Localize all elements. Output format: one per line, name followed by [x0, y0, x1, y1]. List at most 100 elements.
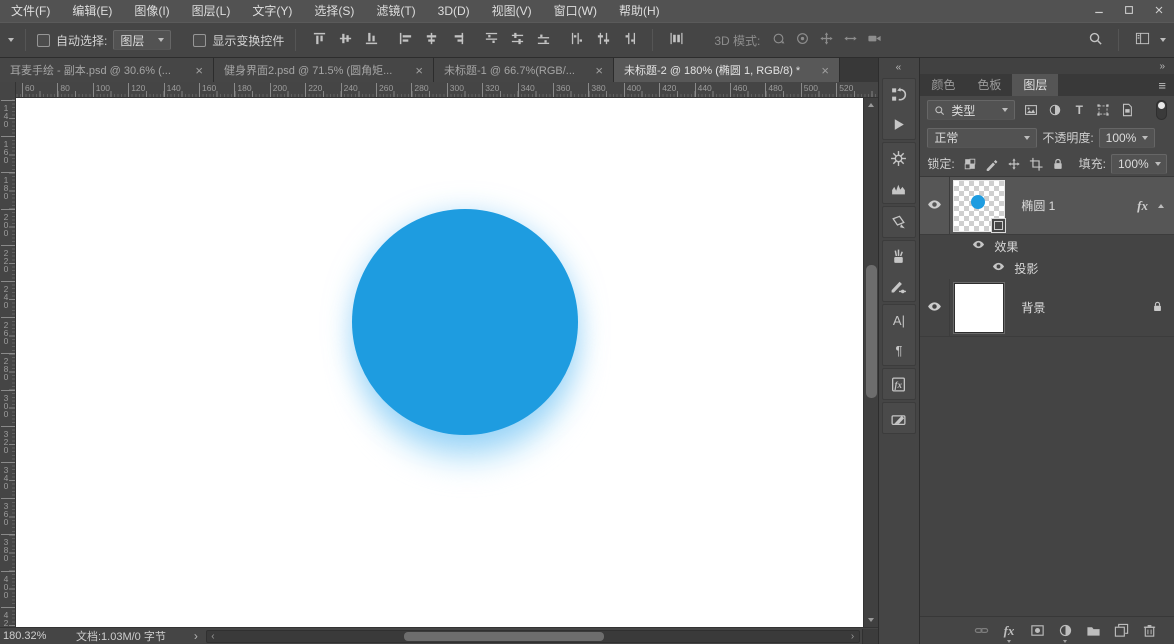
menu-item-3[interactable]: 图像(I) [123, 0, 180, 22]
layer-style-button[interactable]: fx [998, 620, 1020, 643]
menu-item-10[interactable]: 窗口(W) [543, 0, 608, 22]
zoom-3d-button[interactable] [862, 28, 886, 52]
align-bottom-button[interactable] [359, 28, 383, 52]
align-left-button[interactable] [393, 28, 417, 52]
menu-item-9[interactable]: 视图(V) [481, 0, 543, 22]
align-top-button[interactable] [307, 28, 331, 52]
layer-fx-badge[interactable]: fx [1137, 198, 1148, 214]
expand-panels-button[interactable]: « [879, 58, 920, 76]
blend-mode-dropdown[interactable]: 正常 [927, 127, 1038, 148]
collapse-effects-icon[interactable] [1158, 203, 1164, 208]
roll-3d-button[interactable] [790, 28, 814, 52]
effect-visibility-toggle[interactable] [988, 260, 1008, 276]
adjustment-filter-button[interactable] [1044, 100, 1066, 120]
scroll-right-arrow[interactable]: › [847, 631, 859, 642]
document-tab-1[interactable]: 耳麦手绘 - 副本.psd @ 30.6% (... × [0, 58, 214, 82]
search-button[interactable] [1083, 28, 1107, 52]
layer-visibility-toggle[interactable] [920, 177, 951, 234]
delete-layer-button[interactable] [1138, 620, 1160, 642]
close-tab-icon[interactable]: × [195, 64, 203, 77]
dist-top-button[interactable] [479, 28, 503, 52]
panel-tab-3[interactable]: 图层 [1012, 74, 1059, 96]
vertical-scrollbar-thumb[interactable] [865, 265, 877, 398]
horizontal-scrollbar[interactable]: ‹ › [205, 629, 860, 643]
opacity-dropdown[interactable]: 100% [1098, 127, 1155, 148]
close-tab-icon[interactable]: × [415, 64, 423, 77]
align-vcenter-button[interactable] [333, 28, 357, 52]
panel-paragraph-icon[interactable]: ¶ [883, 335, 916, 365]
menu-item-8[interactable]: 3D(D) [427, 0, 481, 22]
ruler-origin-corner[interactable] [0, 82, 16, 98]
pan-3d-button[interactable] [814, 28, 838, 52]
status-flyout-button[interactable]: › [194, 629, 198, 643]
panel-brush-presets-icon[interactable] [883, 241, 916, 271]
scroll-up-arrow[interactable] [864, 98, 878, 112]
shape-filter-button[interactable] [1092, 100, 1114, 120]
layer-effect-row[interactable]: 投影 [920, 257, 1174, 279]
lock-pixels-button[interactable] [982, 154, 1002, 174]
slide-3d-button[interactable] [838, 28, 862, 52]
dist-bottom-button[interactable] [531, 28, 555, 52]
scroll-left-arrow[interactable]: ‹ [207, 631, 219, 642]
document-tab-3[interactable]: 未标题-1 @ 66.7%(RGB/... × [434, 58, 614, 82]
dist-right-button[interactable] [617, 28, 641, 52]
dist-hcenter-button[interactable] [591, 28, 615, 52]
new-layer-button[interactable] [1110, 620, 1132, 642]
panel-clone-source-icon[interactable] [883, 403, 916, 433]
layer-visibility-toggle[interactable] [920, 279, 951, 336]
ellipse-shape[interactable] [352, 209, 578, 435]
horizontal-scrollbar-thumb[interactable] [403, 631, 604, 641]
panel-tab-2[interactable]: 色板 [966, 74, 1012, 96]
lock-position-button[interactable] [1004, 154, 1024, 174]
panel-3d-icon[interactable] [883, 143, 916, 173]
menu-item-11[interactable]: 帮助(H) [608, 0, 671, 22]
zoom-level-field[interactable]: 180.32% [0, 630, 62, 642]
canvas[interactable] [16, 98, 863, 627]
distribute-space-button[interactable] [664, 28, 688, 52]
menu-item-4[interactable]: 图层(L) [181, 0, 242, 22]
layer-thumbnail[interactable] [953, 281, 1006, 334]
menu-item-5[interactable]: 文字(Y) [241, 0, 303, 22]
lock-transparent-button[interactable] [960, 154, 980, 174]
layer-thumbnail[interactable] [953, 179, 1007, 233]
close-tab-icon[interactable]: × [821, 64, 829, 77]
auto-select-dropdown[interactable]: 图层 [113, 30, 172, 50]
layer-filter-toggle[interactable] [1156, 100, 1167, 120]
menu-item-2[interactable]: 编辑(E) [61, 0, 123, 22]
close-tab-icon[interactable]: × [595, 64, 603, 77]
document-tab-4[interactable]: 未标题-2 @ 180% (椭圆 1, RGB/8) * × [614, 58, 840, 82]
adjustment-layer-button[interactable] [1054, 620, 1076, 643]
panel-histogram-icon[interactable] [883, 173, 916, 203]
type-filter-button[interactable]: T [1068, 100, 1090, 120]
panel-character-icon[interactable]: A| [883, 305, 916, 335]
tool-preset-button[interactable] [8, 38, 14, 42]
panel-styles-icon[interactable]: fx [883, 369, 916, 399]
menu-item-1[interactable]: 文件(F) [0, 0, 61, 22]
panel-tab-1[interactable]: 颜色 [920, 74, 966, 96]
show-transform-checkbox[interactable] [193, 33, 207, 47]
pixel-filter-button[interactable] [1020, 100, 1042, 120]
layer-filter-dropdown[interactable]: 类型 [927, 100, 1016, 120]
link-layers-button[interactable] [970, 620, 992, 642]
document-tab-2[interactable]: 健身界面2.psd @ 71.5% (圆角矩... × [214, 58, 434, 82]
fill-dropdown[interactable]: 100% [1111, 153, 1167, 174]
orbit-3d-button[interactable] [766, 28, 790, 52]
layer-row-background-layer[interactable]: 背景 [920, 279, 1174, 337]
window-maximize-button[interactable] [1114, 0, 1144, 22]
panel-brush-settings-icon[interactable] [883, 271, 916, 301]
layer-row-shape-layer[interactable]: 椭圆 1 fx [920, 177, 1174, 235]
lock-all-button[interactable] [1048, 154, 1068, 174]
panel-paths-icon[interactable] [883, 207, 916, 237]
vertical-scrollbar[interactable] [862, 98, 878, 627]
menu-item-7[interactable]: 滤镜(T) [365, 0, 426, 22]
panel-history-icon[interactable] [883, 79, 916, 109]
workspace-button[interactable] [1130, 28, 1154, 52]
align-hcenter-button[interactable] [419, 28, 443, 52]
new-group-button[interactable] [1082, 620, 1104, 642]
panel-menu-icon[interactable]: ≡ [1150, 76, 1174, 96]
dist-vcenter-button[interactable] [505, 28, 529, 52]
panel-actions-icon[interactable] [883, 109, 916, 139]
layer-effect-row[interactable]: 效果 [920, 235, 1174, 257]
window-minimize-button[interactable] [1084, 0, 1114, 22]
smartobject-filter-button[interactable] [1116, 100, 1138, 120]
